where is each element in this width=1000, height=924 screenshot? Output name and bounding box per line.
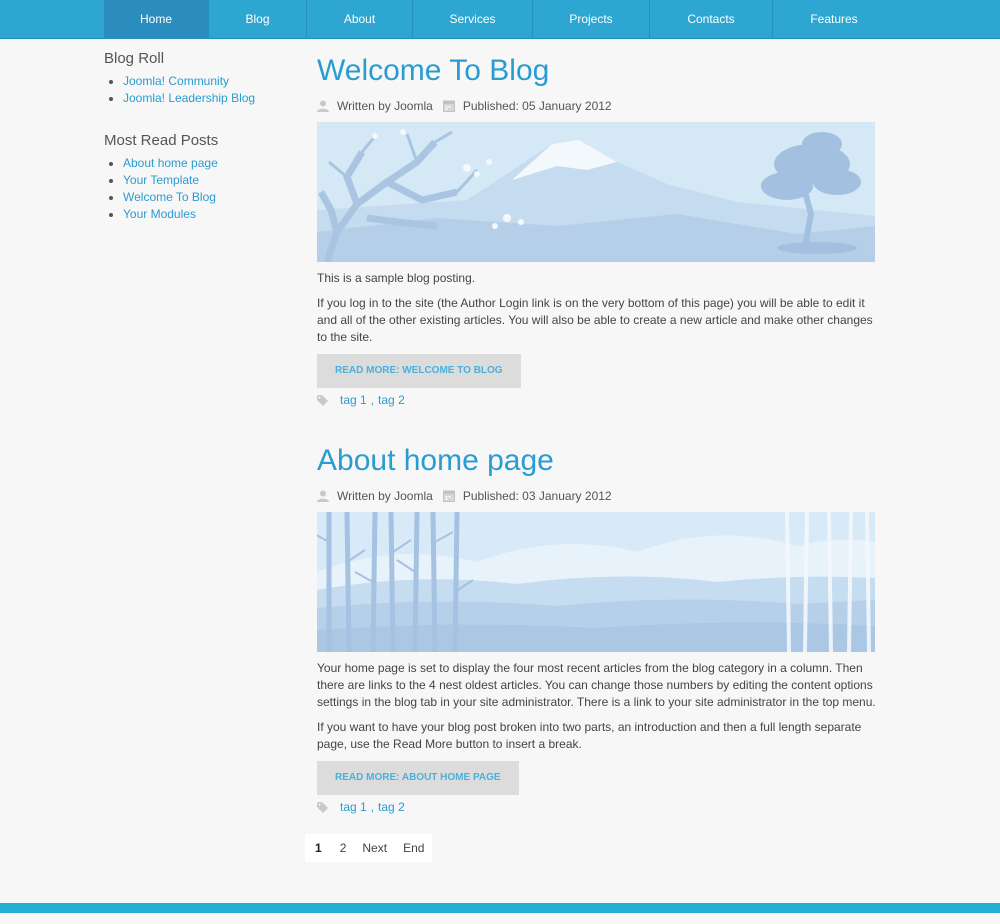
nav-menu: Home Blog About Services Projects Contac… [104,0,895,39]
tag-icon [317,394,328,406]
read-more-button[interactable]: READ MORE: WELCOME TO BLOG [317,354,521,388]
post-author: Written by Joomla [337,99,433,113]
post-banner-image [317,512,875,652]
pagination-next[interactable]: Next [354,834,395,862]
read-more-button[interactable]: READ MORE: ABOUT HOME PAGE [317,761,519,795]
tag-separator: , [370,800,375,814]
nav-item-home[interactable]: Home [104,0,209,39]
nav-item-projects[interactable]: Projects [533,0,650,39]
pagination-end[interactable]: End [395,834,432,862]
blog-roll-list: Joomla! Community Joomla! Leadership Blo… [104,73,294,107]
post-banner-image [317,122,875,262]
blog-post: Welcome To Blog Written by Joomla Publis… [317,52,877,408]
main-content: Welcome To Blog Written by Joomla Publis… [317,52,877,815]
most-read-link[interactable]: Your Modules [123,207,196,221]
tag-icon [317,801,328,813]
list-item: Welcome To Blog [123,189,294,206]
tag-link[interactable]: tag 2 [378,800,405,814]
most-read-title: Most Read Posts [104,132,219,149]
list-item: About home page [123,155,294,172]
most-read-list: About home page Your Template Welcome To… [104,155,294,223]
post-tags: tag 1 , tag 2 [317,799,877,815]
user-icon [317,490,329,502]
post-meta: Written by Joomla Published: 05 January … [317,98,877,114]
tag-link[interactable]: tag 1 [340,800,367,814]
post-title[interactable]: Welcome To Blog [317,52,877,90]
blog-roll-link[interactable]: Joomla! Leadership Blog [123,91,255,105]
sidebar: Blog Roll Joomla! Community Joomla! Lead… [104,50,294,248]
post-tags: tag 1 , tag 2 [317,392,877,408]
list-item: Your Modules [123,206,294,223]
nav-item-about[interactable]: About [307,0,413,39]
list-item: Your Template [123,172,294,189]
nav-item-blog[interactable]: Blog [209,0,307,39]
pagination: 1 2 Next End [305,834,433,862]
calendar-icon [442,100,455,112]
blog-roll-title: Blog Roll [104,50,165,67]
nav-item-contacts[interactable]: Contacts [650,0,773,39]
user-icon [317,100,329,112]
pagination-page-2[interactable]: 2 [332,834,355,862]
post-meta: Written by Joomla Published: 03 January … [317,488,877,504]
post-published-date: Published: 05 January 2012 [462,99,612,113]
nav-item-features[interactable]: Features [773,0,895,39]
blog-post: About home page Written by Joomla Publis… [317,442,877,815]
list-item: Joomla! Leadership Blog [123,90,294,107]
most-read-link[interactable]: About home page [123,156,218,170]
footer-bar [0,903,1000,913]
most-read-link[interactable]: Welcome To Blog [123,190,216,204]
post-paragraph: If you want to have your blog post broke… [317,720,862,751]
tag-link[interactable]: tag 1 [340,393,367,407]
post-paragraph: If you log in to the site (the Author Lo… [317,296,873,344]
tag-link[interactable]: tag 2 [378,393,405,407]
top-navigation: Home Blog About Services Projects Contac… [0,0,1000,39]
list-item: Joomla! Community [123,73,294,90]
post-title[interactable]: About home page [317,442,877,480]
post-published-date: Published: 03 January 2012 [462,489,612,503]
post-paragraph: Your home page is set to display the fou… [317,661,876,709]
most-read-link[interactable]: Your Template [123,173,199,187]
post-author: Written by Joomla [337,489,433,503]
tag-separator: , [370,393,375,407]
blog-roll-link[interactable]: Joomla! Community [123,74,229,88]
pagination-current-page: 1 [315,841,322,855]
calendar-icon [442,490,455,502]
post-paragraph: This is a sample blog posting. [317,271,476,285]
nav-item-services[interactable]: Services [413,0,533,39]
